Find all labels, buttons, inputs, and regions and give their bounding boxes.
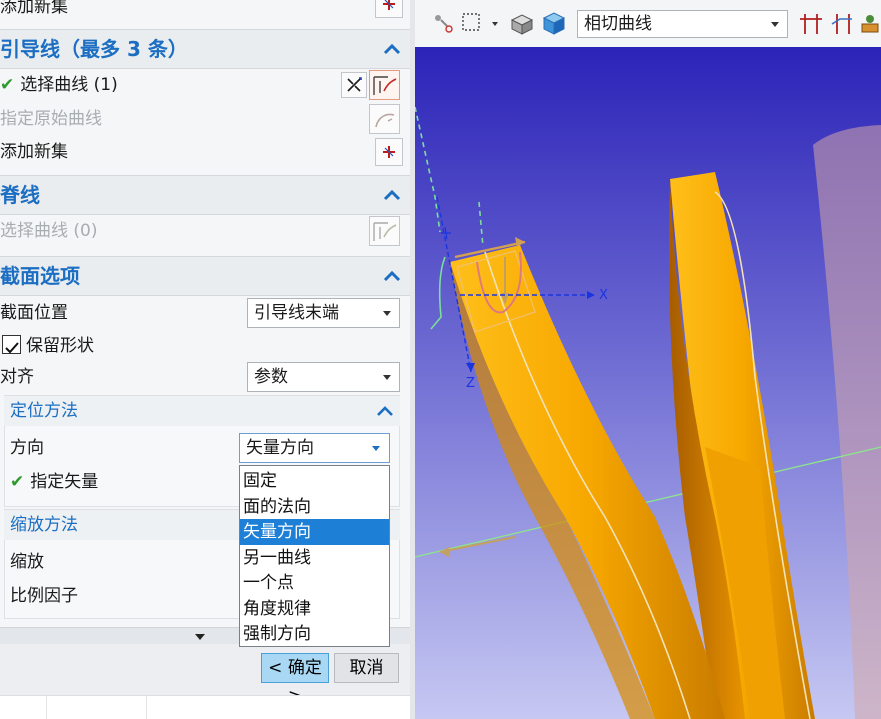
reverse-direction-button[interactable]: [341, 72, 367, 98]
spine-section-header[interactable]: 脊线: [0, 175, 410, 215]
scale-label: 缩放: [10, 552, 44, 572]
spine-section-title: 脊线: [0, 183, 40, 207]
add-set-icon: [383, 146, 395, 158]
align-value: 参数: [254, 367, 288, 387]
specify-original-label: 指定原始曲线: [0, 109, 102, 129]
scale-factor-row: 比例因子: [10, 581, 230, 611]
collapse-chevron-icon[interactable]: [382, 39, 402, 59]
stop-at-intersection-icon[interactable]: [797, 10, 825, 36]
add-new-set-label: 添加新集: [0, 0, 68, 17]
chevron-down-icon[interactable]: [492, 22, 498, 26]
specify-vector-row[interactable]: ✔ 指定矢量: [10, 467, 240, 497]
section-position-value: 引导线末端: [254, 303, 339, 323]
direction-row: 方向 矢量方向: [10, 433, 400, 463]
reverse-direction-icon: [347, 77, 362, 92]
graphics-viewport[interactable]: X Z: [415, 47, 881, 719]
top-add-set-row: 添加新集: [0, 0, 410, 22]
direction-dropdown-list[interactable]: 固定 面的法向 矢量方向 另一曲线 一个点 角度规律 强制方向: [239, 465, 390, 647]
direction-value: 矢量方向: [246, 438, 314, 458]
model-canvas[interactable]: X Z: [415, 47, 881, 719]
cancel-button[interactable]: 取消: [334, 653, 399, 683]
collapse-chevron-icon[interactable]: [376, 402, 394, 420]
blue-cube-icon[interactable]: [539, 8, 569, 38]
direction-option[interactable]: 一个点: [240, 570, 389, 596]
original-curve-button[interactable]: [369, 104, 400, 134]
curve-select-icon: [373, 76, 397, 95]
follow-fillet-icon[interactable]: [829, 10, 857, 36]
preserve-shape-checkbox[interactable]: [2, 335, 21, 354]
top-toolbar: 相切曲线: [415, 0, 881, 48]
guide-select-curve-row[interactable]: ✔ 选择曲线 (1): [0, 70, 410, 100]
collapse-chevron-icon[interactable]: [382, 185, 402, 205]
z-axis-label: Z: [466, 376, 475, 391]
section-position-select[interactable]: 引导线末端: [247, 298, 400, 328]
spine-select-curve-row[interactable]: 选择曲线 (0): [0, 216, 410, 246]
select-curve-button[interactable]: [369, 70, 400, 100]
guide-section-title: 引导线（最多 3 条）: [0, 37, 188, 61]
selection-box-icon[interactable]: [461, 10, 483, 34]
direction-option[interactable]: 固定: [240, 468, 389, 494]
direction-option[interactable]: 矢量方向: [240, 519, 389, 545]
direction-label: 方向: [10, 438, 44, 458]
orientation-title: 定位方法: [10, 401, 78, 421]
checkmark-icon: [5, 342, 19, 354]
section-options-header[interactable]: 截面选项: [0, 256, 410, 296]
add-set-button[interactable]: [375, 138, 403, 166]
spine-select-label: 选择曲线 (0): [0, 221, 98, 241]
scale-row: 缩放: [10, 547, 230, 577]
scaling-title: 缩放方法: [10, 515, 78, 535]
align-select[interactable]: 参数: [247, 362, 400, 392]
curve-rule-value: 相切曲线: [584, 14, 652, 34]
align-label: 对齐: [0, 367, 34, 387]
section-options-title: 截面选项: [0, 264, 80, 288]
specify-vector-label: 指定矢量: [30, 472, 99, 492]
section-position-row: 截面位置 引导线末端: [0, 298, 410, 328]
direction-option[interactable]: 强制方向: [240, 621, 389, 647]
align-row: 对齐 参数: [0, 362, 410, 392]
spine-curve-button[interactable]: [369, 216, 400, 246]
orientation-header[interactable]: 定位方法: [4, 396, 400, 426]
direction-select[interactable]: 矢量方向: [239, 433, 390, 463]
preserve-shape-label: 保留形状: [26, 336, 94, 356]
shaded-cube-icon[interactable]: [507, 8, 537, 38]
dropdown-arrow-icon: [372, 446, 380, 451]
ok-button[interactable]: < 确定 >: [261, 653, 329, 706]
select-curve-label: 选择曲线 (1): [20, 75, 118, 95]
snap-icon[interactable]: [429, 10, 457, 38]
expand-arrow-icon[interactable]: [195, 634, 205, 640]
curve-select-icon: [373, 222, 397, 241]
preserve-shape-row[interactable]: 保留形状: [0, 331, 410, 361]
check-icon: ✔: [0, 75, 15, 95]
status-strip: [0, 695, 410, 719]
add-set-button[interactable]: [375, 0, 403, 18]
original-curve-icon: [375, 113, 395, 128]
guide-section-header[interactable]: 引导线（最多 3 条）: [0, 29, 410, 69]
direction-option[interactable]: 另一曲线: [240, 545, 389, 571]
check-icon: ✔: [10, 472, 25, 492]
section-position-label: 截面位置: [0, 303, 68, 323]
guide-add-set-row[interactable]: 添加新集: [0, 137, 410, 167]
add-set-icon: [383, 0, 395, 10]
scale-factor-label: 比例因子: [10, 586, 78, 606]
feature-curves-icon[interactable]: [859, 10, 881, 36]
direction-option[interactable]: 面的法向: [240, 494, 389, 520]
direction-option[interactable]: 角度规律: [240, 596, 389, 622]
collapse-chevron-icon[interactable]: [382, 266, 402, 286]
add-new-set-label: 添加新集: [0, 142, 68, 162]
x-axis-label: X: [599, 288, 608, 303]
curve-rule-select[interactable]: 相切曲线: [577, 10, 788, 38]
dialog-footer: < 确定 > 取消: [0, 644, 410, 706]
specify-original-curve-row[interactable]: 指定原始曲线: [0, 104, 410, 134]
